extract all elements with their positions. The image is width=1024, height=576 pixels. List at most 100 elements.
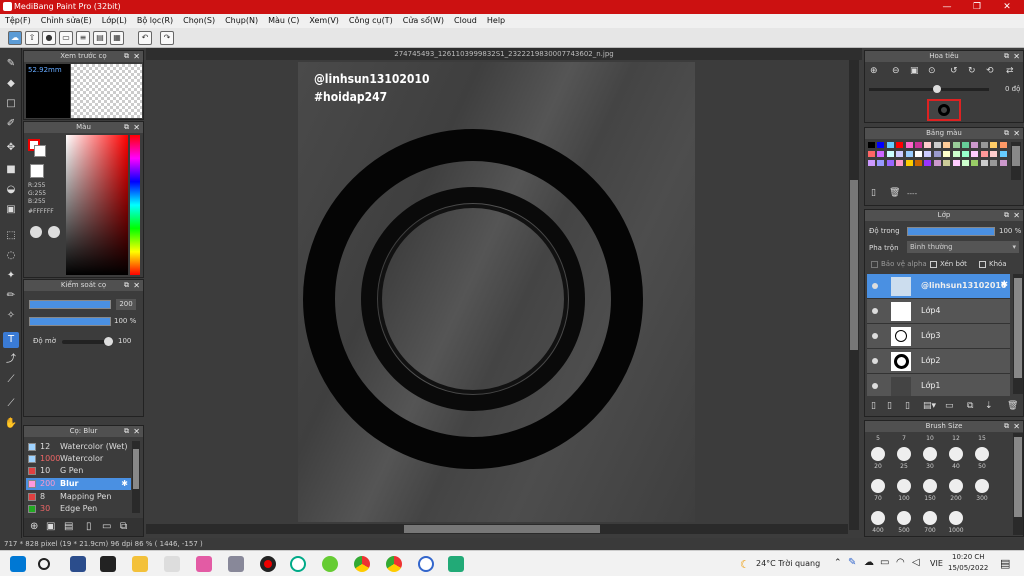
- brush-options-icon[interactable]: ▤: [64, 521, 73, 532]
- palette-swatches[interactable]: [868, 142, 1010, 180]
- brush-size-dot[interactable]: [871, 479, 885, 493]
- volume-icon[interactable]: ◁: [912, 557, 920, 568]
- color-swatch[interactable]: [877, 151, 885, 157]
- brush-size-dot[interactable]: [923, 447, 937, 461]
- brush-doc-icon[interactable]: ▯: [86, 521, 92, 532]
- add-brush-icon[interactable]: ⊕: [30, 521, 38, 532]
- eraser-tool-icon[interactable]: ◆: [3, 76, 19, 92]
- operation-tool-icon[interactable]: ⤴: [3, 352, 19, 368]
- wifi-icon[interactable]: ◠: [896, 557, 905, 568]
- color-swatch[interactable]: [868, 160, 875, 166]
- color-swatch[interactable]: [999, 160, 1007, 166]
- brush-size-grid[interactable]: 5 7 10 12 15 20 25 30 40 50 70 100 150 200 300 400 500 70…: [865, 433, 1013, 537]
- horizontal-scrollbar[interactable]: [146, 524, 848, 534]
- layer-row[interactable]: Lớp2: [867, 349, 1010, 374]
- notification-icon[interactable]: ▤: [1000, 557, 1010, 570]
- app-icon[interactable]: [196, 556, 212, 572]
- brush-size-dot[interactable]: [949, 511, 963, 525]
- duplicate-icon[interactable]: ⧉: [120, 521, 127, 532]
- vertical-scrollbar[interactable]: [849, 60, 859, 530]
- fit-icon[interactable]: ▣: [910, 66, 919, 76]
- upload-icon[interactable]: ⇧: [25, 31, 39, 45]
- app-icon[interactable]: [322, 556, 338, 572]
- pen-tool-icon[interactable]: ✐: [3, 116, 19, 132]
- dock-icon[interactable]: ⧉: [1004, 128, 1009, 139]
- select-tool-icon[interactable]: ⬚: [3, 228, 19, 244]
- duplicate-layer-icon[interactable]: ⧉: [967, 401, 973, 411]
- flip-icon[interactable]: ⇄: [1006, 66, 1014, 76]
- app-icon[interactable]: [418, 556, 434, 572]
- redo-icon[interactable]: ↷: [160, 31, 174, 45]
- layer-row[interactable]: Lớp4: [867, 299, 1010, 324]
- menu-snap[interactable]: Chụp(N): [220, 14, 263, 28]
- zoom-out-icon[interactable]: ⊖: [892, 66, 900, 76]
- brush-size-label[interactable]: 10: [917, 435, 943, 442]
- brush-size-dot[interactable]: [975, 447, 989, 461]
- color-swatch[interactable]: [952, 151, 960, 157]
- color-swatch[interactable]: [962, 142, 969, 148]
- menu-cloud[interactable]: Cloud: [449, 14, 482, 28]
- color-swatch[interactable]: [990, 142, 998, 148]
- color-swatch[interactable]: [924, 142, 932, 148]
- minimize-button[interactable]: —: [932, 1, 962, 13]
- new-layer-icon[interactable]: ▯: [871, 401, 876, 411]
- brush-item[interactable]: 30 Edge Pen: [26, 503, 131, 515]
- menu-view[interactable]: Xem(V): [304, 14, 344, 28]
- brush-opacity-slider[interactable]: [29, 317, 111, 326]
- menu-filter[interactable]: Bộ lọc(R): [132, 14, 178, 28]
- layer-scrollbar[interactable]: [1013, 274, 1023, 394]
- app-icon[interactable]: [164, 556, 180, 572]
- select-eraser-icon[interactable]: ✧: [3, 308, 19, 324]
- color-swatch[interactable]: [990, 151, 998, 157]
- brush-size-dot[interactable]: [897, 479, 911, 493]
- undo-icon[interactable]: ↶: [138, 31, 152, 45]
- transparent-color[interactable]: [30, 164, 44, 178]
- menu-edit[interactable]: Chỉnh sửa(E): [36, 14, 97, 28]
- settings-icon[interactable]: [48, 226, 60, 238]
- new-palette-icon[interactable]: ▯: [871, 188, 876, 198]
- gear-icon[interactable]: ✱: [1000, 280, 1008, 290]
- weather-icon[interactable]: ☾: [740, 558, 750, 571]
- color-swatch[interactable]: [933, 142, 941, 148]
- blur-slider[interactable]: [62, 337, 113, 346]
- weather-text[interactable]: 24°C Trời quang: [756, 559, 820, 568]
- rotate-right-icon[interactable]: ↻: [968, 66, 976, 76]
- layer-row[interactable]: Lớp3: [867, 324, 1010, 349]
- brush-size-label[interactable]: 15: [969, 435, 995, 442]
- color-swatch[interactable]: [980, 142, 988, 148]
- dock-icon[interactable]: ⧉: [1004, 421, 1009, 432]
- close-icon[interactable]: ✕: [133, 426, 140, 437]
- color-swatch[interactable]: [905, 151, 913, 157]
- zoom-in-icon[interactable]: ⊕: [870, 66, 878, 76]
- zoom-actual-icon[interactable]: ⊙: [928, 66, 936, 76]
- color-swatch[interactable]: [999, 151, 1007, 157]
- brush-size-dot[interactable]: [871, 511, 885, 525]
- lasso-tool-icon[interactable]: ◌: [3, 248, 19, 264]
- capcut-icon[interactable]: [100, 556, 116, 572]
- close-icon[interactable]: ✕: [133, 122, 140, 133]
- color-swatch[interactable]: [952, 160, 960, 166]
- color-swatch[interactable]: [886, 160, 894, 166]
- merge-layer-icon[interactable]: ⇣: [985, 401, 993, 411]
- color-swatch[interactable]: [933, 151, 941, 157]
- folder-icon[interactable]: ▭: [945, 401, 954, 411]
- palette-icon[interactable]: [30, 226, 42, 238]
- color-swatch[interactable]: [980, 160, 988, 166]
- close-icon[interactable]: ✕: [1013, 51, 1020, 62]
- menu-file[interactable]: Tệp(F): [0, 14, 36, 28]
- calculator-icon[interactable]: [448, 556, 464, 572]
- gear-icon[interactable]: ✱: [121, 478, 128, 490]
- menu-layer[interactable]: Lớp(L): [97, 14, 132, 28]
- brush-size-label[interactable]: 5: [865, 435, 891, 442]
- recorder-icon[interactable]: [260, 556, 276, 572]
- clock-time[interactable]: 10:20 CH: [952, 553, 985, 561]
- maximize-button[interactable]: ❐: [962, 1, 992, 13]
- color-swatch[interactable]: [886, 151, 894, 157]
- dock-icon[interactable]: ⧉: [124, 426, 129, 437]
- dock-icon[interactable]: ⧉: [124, 122, 129, 133]
- color-swatch[interactable]: [962, 160, 969, 166]
- pen-icon[interactable]: ✎: [848, 557, 856, 568]
- dock-icon[interactable]: ⧉: [1004, 51, 1009, 62]
- bucket-tool-icon[interactable]: ◒: [3, 182, 19, 198]
- close-icon[interactable]: ✕: [1013, 128, 1020, 139]
